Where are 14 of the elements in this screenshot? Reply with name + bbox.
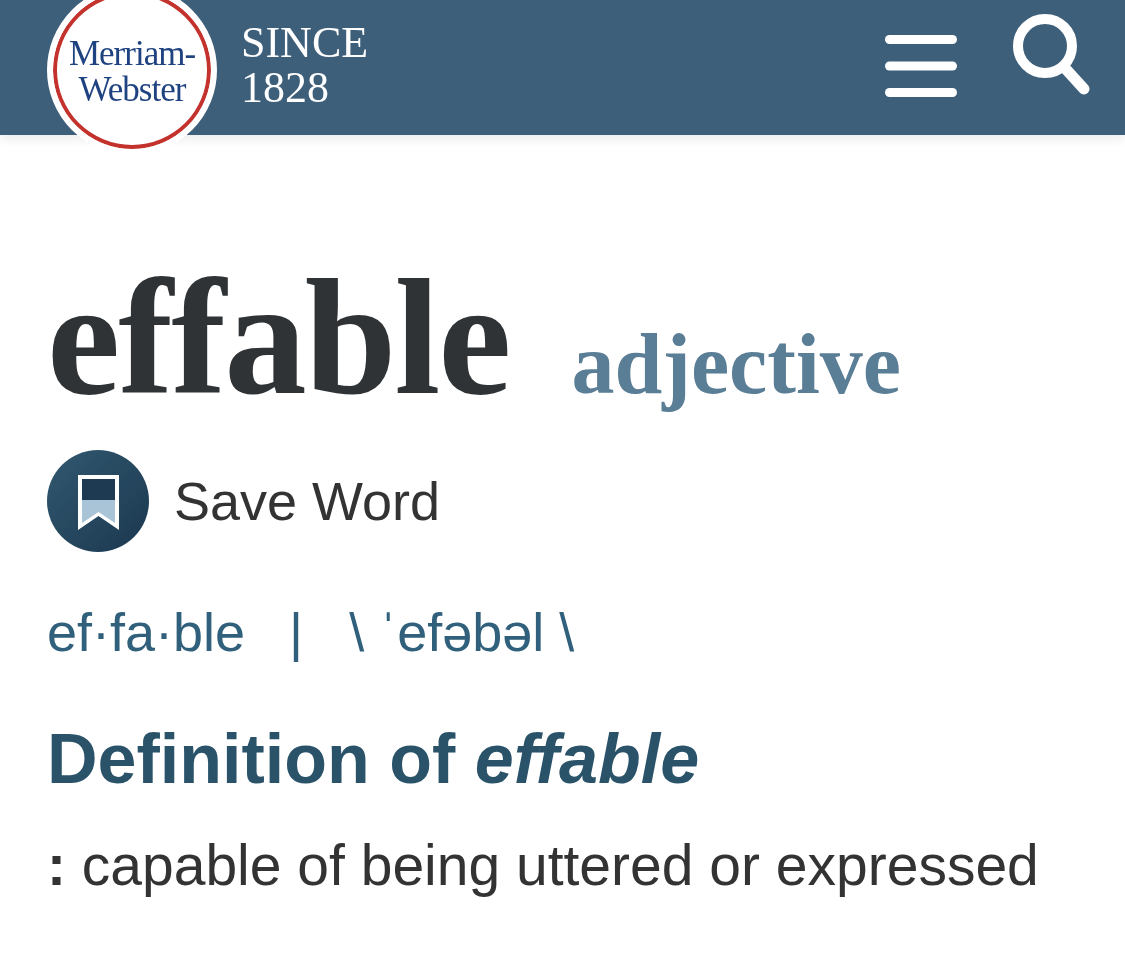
definition-heading: Definition of effable xyxy=(47,718,701,800)
save-word-button[interactable]: Save Word xyxy=(47,450,441,552)
definition-text: : capable of being uttered or expressed xyxy=(47,831,1040,899)
headword: effable xyxy=(47,255,510,420)
search-icon xyxy=(1012,12,1090,96)
tagline: SINCE 1828 xyxy=(241,20,369,110)
pronunciation: \ ˈefəbəl \ xyxy=(349,601,575,664)
bookmark-icon xyxy=(47,450,149,552)
syllable-breaks: ef·fa·ble xyxy=(47,601,246,664)
menu-icon xyxy=(885,35,957,97)
part-of-speech: adjective xyxy=(571,315,901,414)
menu-button[interactable] xyxy=(885,35,957,97)
separator: | xyxy=(289,601,304,664)
search-button[interactable] xyxy=(1012,12,1090,96)
